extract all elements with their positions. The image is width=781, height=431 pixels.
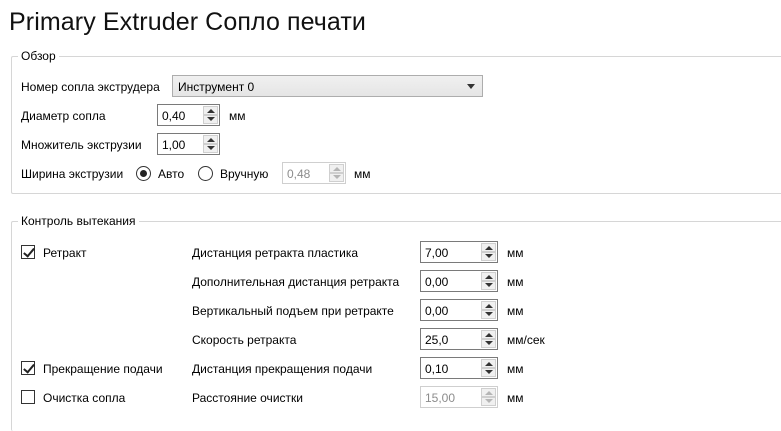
spin-up-arrow-icon[interactable] — [481, 243, 496, 252]
spin-down-arrow-icon[interactable] — [481, 281, 496, 290]
extra-retract-distance-value: 0,00 — [425, 275, 449, 289]
extra-retract-distance-spinbox[interactable]: 0,00 — [420, 270, 498, 292]
coast-distance-unit: мм — [507, 362, 524, 376]
extra-retract-distance-label: Дополнительная дистанция ретракта — [192, 275, 400, 289]
wipe-distance-unit: мм — [507, 391, 524, 405]
retract-distance-label: Дистанция ретракта пластика — [192, 246, 359, 260]
spin-down-arrow-icon[interactable] — [481, 397, 496, 406]
width-auto-label: Авто — [158, 167, 185, 181]
wipe-distance-label: Расстояние очистки — [192, 391, 303, 405]
retract-speed-unit: мм/сек — [507, 333, 545, 347]
extrusion-multiplier-label: Множитель экструзии — [21, 138, 142, 152]
retract-distance-spinbox[interactable]: 7,00 — [420, 241, 498, 263]
retract-vertical-lift-unit: мм — [507, 304, 524, 318]
coast-distance-label: Дистанция прекращения подачи — [192, 362, 373, 376]
nozzle-number-value: Инструмент 0 — [178, 80, 255, 94]
coast-distance-spinbox[interactable]: 0,10 — [420, 357, 498, 379]
spin-down-arrow-icon[interactable] — [329, 173, 344, 182]
extrusion-width-spinbox[interactable]: 0,48 — [282, 162, 346, 184]
page-title: Primary Extruder Сопло печати — [9, 8, 367, 36]
extrusion-multiplier-value: 1,00 — [162, 138, 186, 152]
spin-down-arrow-icon[interactable] — [203, 115, 218, 124]
extra-retract-distance-unit: мм — [507, 275, 524, 289]
spin-up-arrow-icon[interactable] — [203, 106, 218, 115]
nozzle-number-label: Номер сопла экструдера — [21, 80, 160, 94]
nozzle-diameter-unit: мм — [229, 109, 246, 123]
spin-down-arrow-icon[interactable] — [481, 368, 496, 377]
width-auto-radio[interactable] — [136, 166, 151, 181]
nozzle-diameter-spinbox[interactable]: 0,40 — [157, 104, 220, 126]
wipe-distance-value: 15,00 — [425, 391, 456, 405]
spin-up-arrow-icon[interactable] — [481, 301, 496, 310]
wipe-distance-spinbox[interactable]: 15,00 — [420, 386, 498, 408]
nozzle-diameter-value: 0,40 — [162, 109, 186, 123]
wipe-label: Очистка сопла — [43, 391, 126, 405]
extrusion-width-label: Ширина экструзии — [21, 167, 124, 181]
wipe-checkbox[interactable] — [21, 390, 35, 404]
spin-up-arrow-icon[interactable] — [481, 330, 496, 339]
retract-vertical-lift-label: Вертикальный подъем при ретракте — [192, 304, 394, 318]
spin-up-arrow-icon[interactable] — [329, 164, 344, 173]
retract-speed-value: 25,0 — [425, 333, 449, 347]
spin-up-arrow-icon[interactable] — [481, 388, 496, 397]
coast-checkbox[interactable] — [21, 361, 35, 375]
spin-down-arrow-icon[interactable] — [481, 310, 496, 319]
spin-up-arrow-icon[interactable] — [481, 272, 496, 281]
spin-down-arrow-icon[interactable] — [203, 144, 218, 153]
spin-up-arrow-icon[interactable] — [481, 359, 496, 368]
spin-up-arrow-icon[interactable] — [203, 135, 218, 144]
extrusion-width-unit: мм — [354, 167, 371, 181]
retract-label: Ретракт — [43, 246, 87, 260]
extrusion-multiplier-spinbox[interactable]: 1,00 — [157, 133, 220, 155]
coast-label: Прекращение подачи — [43, 362, 163, 376]
retract-distance-value: 7,00 — [425, 246, 449, 260]
overview-legend: Обзор — [18, 49, 59, 63]
coast-distance-value: 0,10 — [425, 362, 449, 376]
ooze-control-legend: Контроль вытекания — [18, 214, 139, 228]
width-manual-label: Вручную — [220, 167, 269, 181]
spin-down-arrow-icon[interactable] — [481, 339, 496, 348]
retract-distance-unit: мм — [507, 246, 524, 260]
ooze-control-group: Контроль вытекания — [11, 214, 781, 431]
nozzle-number-dropdown[interactable]: Инструмент 0 — [172, 75, 483, 97]
extrusion-width-value: 0,48 — [287, 167, 311, 181]
retract-speed-label: Скорость ретракта — [192, 333, 297, 347]
width-manual-radio[interactable] — [198, 166, 213, 181]
retract-vertical-lift-spinbox[interactable]: 0,00 — [420, 299, 498, 321]
retract-vertical-lift-value: 0,00 — [425, 304, 449, 318]
retract-speed-spinbox[interactable]: 25,0 — [420, 328, 498, 350]
spin-down-arrow-icon[interactable] — [481, 252, 496, 261]
chevron-down-icon — [467, 84, 475, 89]
retract-checkbox[interactable] — [21, 245, 35, 259]
nozzle-diameter-label: Диаметр сопла — [21, 109, 106, 123]
